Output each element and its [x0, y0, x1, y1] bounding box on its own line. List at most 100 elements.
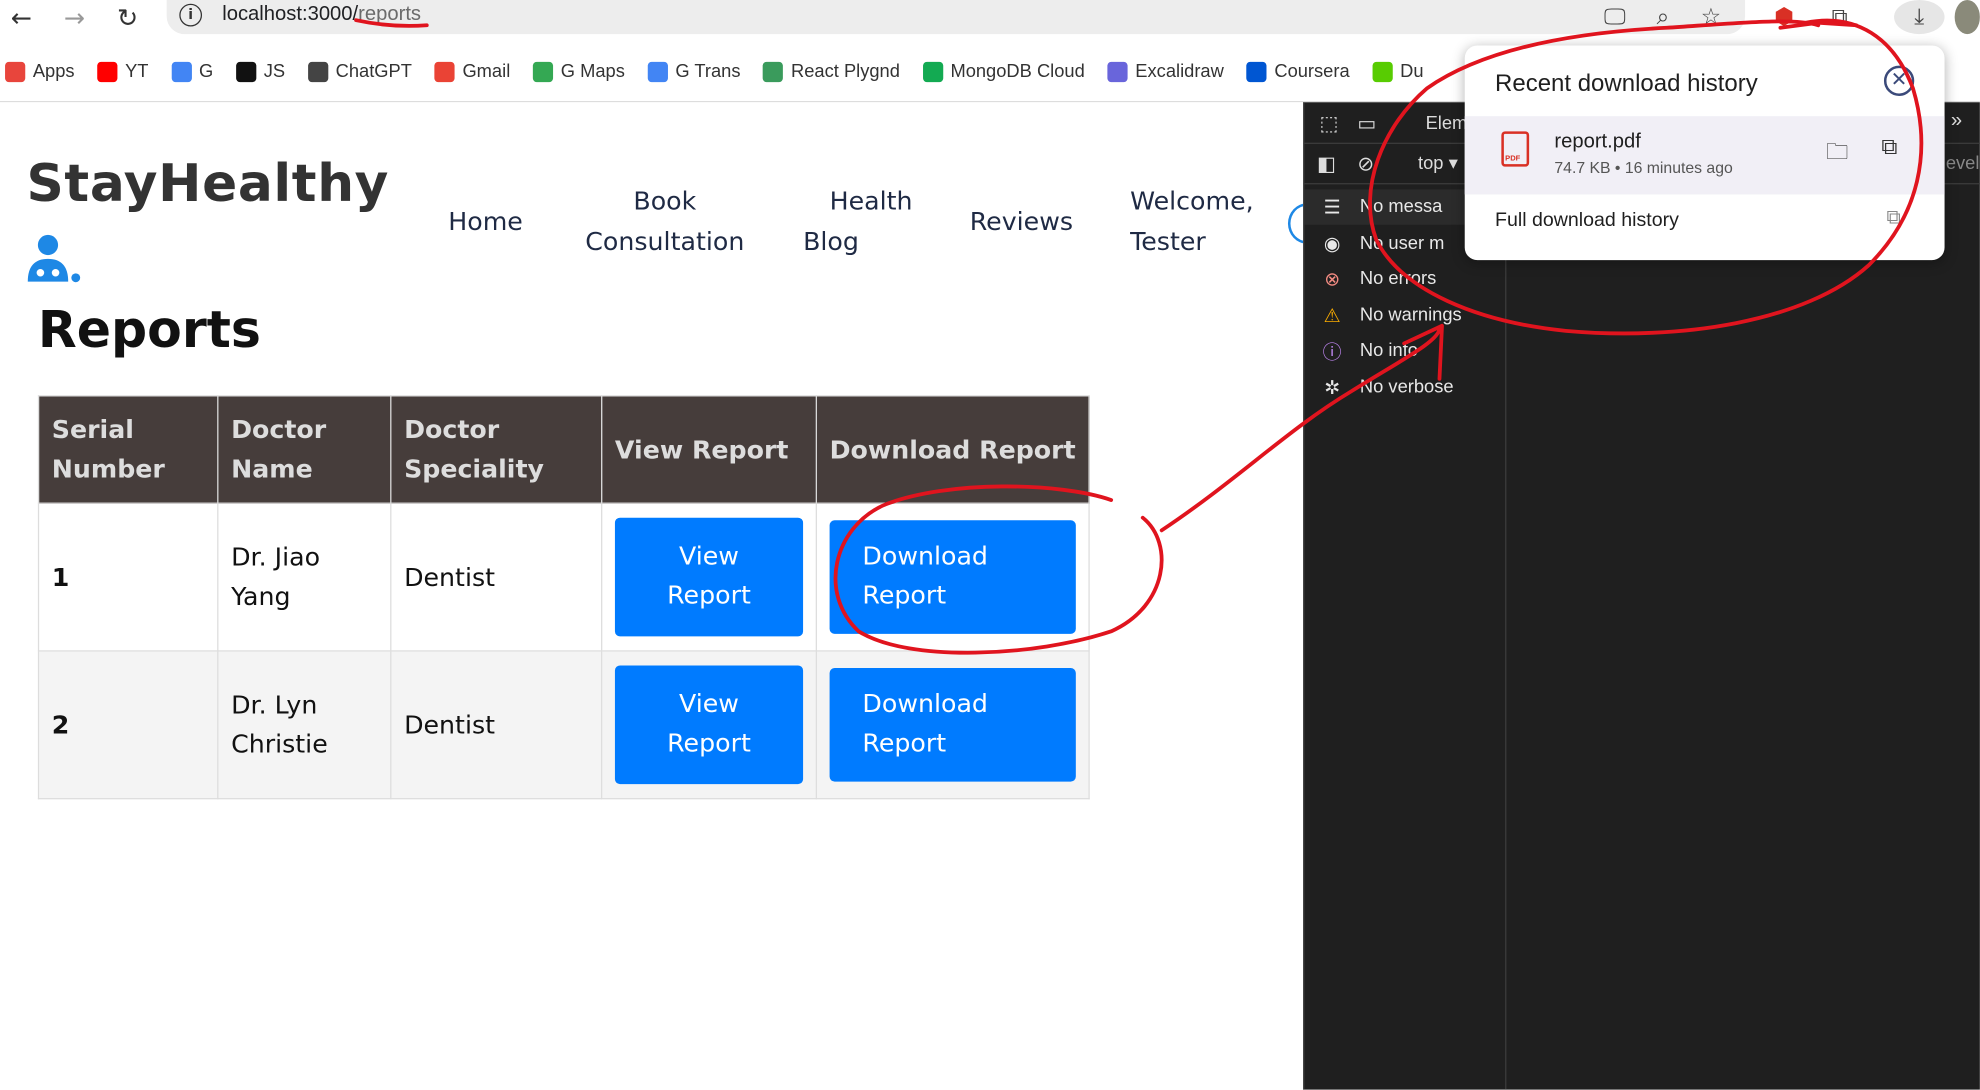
console-filter-label: No user m: [1359, 233, 1445, 254]
table-header-row: Serial Number Doctor Name Doctor Speciality…: [37, 395, 1090, 504]
install-app-icon[interactable]: 🖵: [1599, 0, 1632, 34]
speciality-cell: Dentist: [390, 502, 603, 652]
bookmark-item[interactable]: React Plygnd: [763, 61, 900, 83]
console-filter-label: No verbose: [1359, 377, 1454, 398]
user-icon: ◉: [1323, 233, 1341, 255]
welcome-line1: Welcome,: [1130, 185, 1254, 216]
coursera-icon: [1246, 61, 1267, 83]
bookmark-item[interactable]: Gmail: [434, 61, 511, 83]
download-report-button[interactable]: Download Report: [829, 520, 1076, 634]
list-icon: ☰: [1323, 196, 1341, 219]
back-arrow-icon[interactable]: ←: [3, 0, 41, 34]
ublock-extension-icon[interactable]: ⬢: [1768, 0, 1801, 34]
zoom-icon[interactable]: ⌕: [1647, 0, 1680, 34]
external-link-icon[interactable]: ⧉: [1886, 207, 1900, 230]
serial-cell: 1: [37, 502, 219, 652]
view-report-button[interactable]: View Report: [614, 665, 804, 785]
bookmark-item[interactable]: G: [171, 61, 213, 83]
device-toolbar-icon[interactable]: ▭: [1357, 111, 1376, 136]
bookmark-label: Apps: [32, 61, 75, 83]
serial-cell: 2: [37, 650, 219, 800]
download-report-button[interactable]: Download Report: [829, 667, 1076, 782]
view-report-button[interactable]: View Report: [614, 517, 804, 637]
clear-console-icon[interactable]: ⊘: [1357, 152, 1374, 177]
close-icon[interactable]: ✕: [1883, 65, 1915, 96]
bookmark-item[interactable]: ChatGPT: [307, 61, 412, 83]
bookmark-item[interactable]: G Maps: [532, 61, 625, 83]
bookmark-label: MongoDB Cloud: [950, 61, 1085, 83]
bookmark-item[interactable]: JS: [235, 61, 286, 83]
nav-book-line1: Book: [633, 185, 697, 216]
header-doctor-speciality: Doctor Speciality: [390, 395, 603, 504]
bookmark-label: Coursera: [1274, 61, 1350, 83]
reload-icon[interactable]: ↻: [109, 0, 147, 34]
console-filter-item[interactable]: ✲ No verbose: [1304, 370, 1506, 405]
header-view-report: View Report: [601, 395, 817, 504]
header-doctor-name: Doctor Name: [217, 395, 392, 504]
open-file-icon[interactable]: ⧉: [1881, 134, 1897, 161]
bookmark-label: Gmail: [462, 61, 511, 83]
profile-button[interactable]: [1287, 203, 1304, 244]
inspect-element-icon[interactable]: ⬚: [1320, 111, 1339, 136]
bookmark-item[interactable]: Excalidraw: [1107, 61, 1224, 83]
popup-title: Recent download history: [1495, 70, 1758, 98]
warning-icon: ⚠: [1323, 305, 1341, 327]
pdf-file-icon: PDF: [1501, 131, 1530, 167]
console-filter-item[interactable]: ⚠ No warnings: [1304, 298, 1506, 333]
translate-icon: [647, 61, 668, 83]
duolingo-icon: [1372, 61, 1393, 83]
download-file-meta: 74.7 KB • 16 minutes ago: [1554, 159, 1733, 177]
console-filter-item[interactable]: ⊗ No errors: [1304, 262, 1506, 297]
console-sidebar: ☰ No messa ◉ No user m ⊗ No errors ⚠ No warning…: [1304, 184, 1507, 1090]
bookmark-item[interactable]: Du: [1372, 61, 1424, 83]
nav-book-line2: Consultation: [585, 226, 745, 257]
tab-elements[interactable]: Elem: [1426, 114, 1468, 134]
extensions-puzzle-icon[interactable]: ⧉: [1823, 0, 1856, 34]
download-cell: Download Report: [815, 650, 1090, 800]
web-page: StayHealthy Home Book Consultation Healt…: [0, 102, 1304, 1090]
nav-book-consultation[interactable]: Book Consultation: [578, 181, 751, 262]
bookmark-item[interactable]: MongoDB Cloud: [922, 61, 1085, 83]
console-filter-item[interactable]: ⓘ No info: [1304, 334, 1506, 369]
bookmark-label: Excalidraw: [1135, 61, 1224, 83]
doctor-name-cell: Dr. Lyn Christie: [217, 650, 392, 800]
bookmark-label: YT: [125, 61, 149, 83]
site-logo-text[interactable]: StayHealthy: [27, 153, 390, 214]
view-cell: View Report: [601, 650, 817, 800]
more-tabs-icon[interactable]: »: [1951, 110, 1962, 133]
nav-health-line2: Blog: [803, 226, 859, 257]
bookmark-item[interactable]: Coursera: [1246, 61, 1350, 83]
download-item[interactable]: PDF report.pdf 74.7 KB • 16 minutes ago …: [1464, 116, 1945, 195]
bookmark-item[interactable]: G Trans: [647, 61, 741, 83]
full-download-history-link[interactable]: Full download history: [1495, 210, 1679, 233]
bookmark-label: JS: [263, 61, 286, 83]
address-bar[interactable]: i localhost:3000/reports 🖵 ⌕ ☆: [166, 0, 1746, 35]
doctor-name-cell: Dr. Jiao Yang: [217, 502, 392, 652]
react-playground-icon: [763, 61, 784, 83]
error-icon: ⊗: [1324, 269, 1341, 291]
nav-health-line1: Health: [829, 185, 913, 216]
welcome-user: Welcome, Tester: [1130, 181, 1254, 262]
forward-arrow-icon[interactable]: →: [56, 0, 94, 34]
nav-home[interactable]: Home: [448, 201, 523, 241]
site-info-icon[interactable]: i: [179, 3, 203, 27]
console-filter-label: No messa: [1359, 196, 1443, 218]
levels-dropdown[interactable]: evels: [1946, 154, 1980, 174]
nav-reviews[interactable]: Reviews: [970, 201, 1073, 241]
sidebar-toggle-icon[interactable]: ◧: [1317, 152, 1336, 177]
downloads-icon[interactable]: ⤓: [1894, 0, 1945, 35]
show-in-folder-icon[interactable]: 🗀: [1826, 136, 1849, 174]
bookmark-item[interactable]: Apps: [5, 61, 75, 83]
download-file-name: report.pdf: [1554, 131, 1641, 153]
bookmark-item[interactable]: YT: [97, 61, 149, 83]
nav-health-blog[interactable]: Health Blog: [803, 181, 929, 262]
browser-toolbar: ← → ↻ i localhost:3000/reports 🖵 ⌕ ☆ ⬢ ⧉…: [0, 0, 1980, 35]
profile-avatar[interactable]: [1954, 0, 1980, 35]
console-filter-label: No errors: [1359, 269, 1437, 290]
mongodb-icon: [922, 61, 943, 83]
context-select[interactable]: top ▾: [1418, 154, 1458, 174]
bookmark-label: Du: [1400, 61, 1424, 83]
bookmark-star-icon[interactable]: ☆: [1695, 0, 1728, 34]
maps-pin-icon: [532, 61, 554, 83]
url-text[interactable]: localhost:3000/reports: [222, 4, 421, 27]
